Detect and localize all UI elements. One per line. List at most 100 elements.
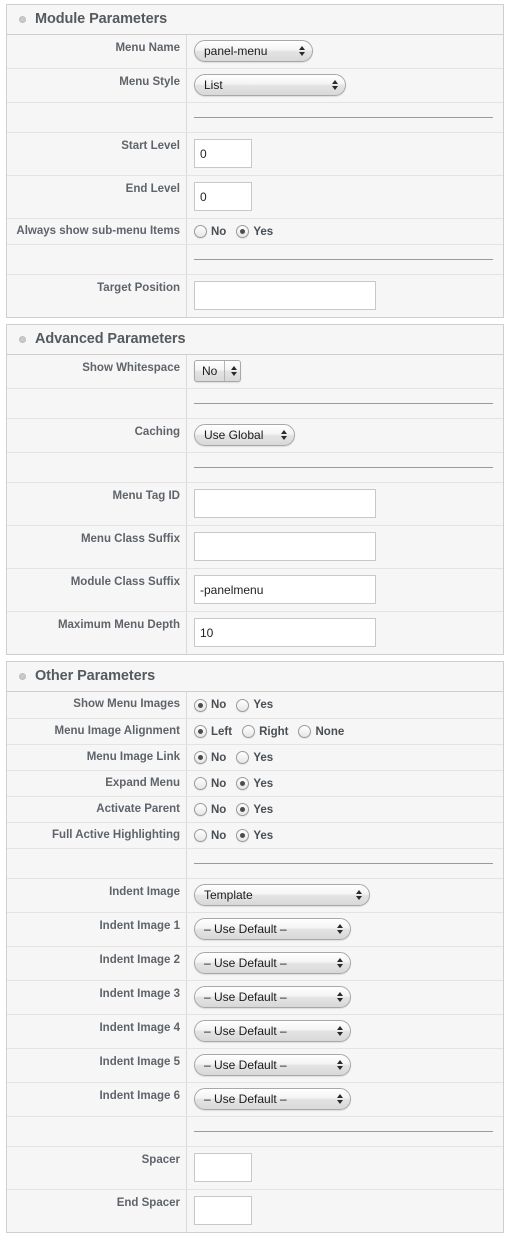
select-indent-image[interactable]: Template <box>194 884 370 906</box>
radio-dot-icon[interactable] <box>236 751 250 764</box>
arrow-up-icon <box>336 1060 343 1064</box>
radio-option-label: Right <box>259 725 289 738</box>
toggle-dot-icon[interactable] <box>19 672 26 680</box>
select-indent-image-6[interactable]: – Use Default – <box>194 1088 351 1110</box>
form-row: Menu Image Alignment Left Right None <box>7 718 503 744</box>
input-menu-class-suffix[interactable] <box>194 532 376 561</box>
select-value: – Use Default – <box>204 922 287 936</box>
form-row: Caching Use Global <box>7 418 503 452</box>
input-end-level[interactable] <box>194 182 252 211</box>
input-target-position[interactable] <box>194 281 376 310</box>
radio-option[interactable]: Yes <box>236 698 273 712</box>
radio-dot-icon[interactable] <box>236 803 250 816</box>
radio-option[interactable]: No <box>194 225 226 238</box>
row-label: Indent Image 3 <box>7 981 187 1014</box>
row-label: Caching <box>7 419 187 452</box>
radio-option-label: Left <box>211 725 233 738</box>
form-row: End Level <box>7 175 503 218</box>
row-label <box>7 103 187 132</box>
select-value: – Use Default – <box>204 990 287 1004</box>
select-indent-image-4[interactable]: – Use Default – <box>194 1020 351 1042</box>
row-value <box>187 849 503 878</box>
form-row: Show Whitespace No <box>7 355 503 388</box>
toggle-dot-icon[interactable] <box>19 15 26 23</box>
arrow-down-icon <box>331 86 338 90</box>
input-menu-tag-id[interactable] <box>194 489 376 518</box>
radio-option-label: No <box>211 699 227 711</box>
radio-option[interactable]: Right <box>242 725 288 738</box>
row-label: Show Whitespace <box>7 355 187 388</box>
arrow-up-icon <box>336 1026 343 1030</box>
input-spacer[interactable] <box>194 1153 252 1182</box>
radio-dot-icon[interactable] <box>194 698 207 712</box>
radio-dot-icon[interactable] <box>194 725 207 738</box>
radio-option[interactable]: Yes <box>236 777 273 790</box>
radio-option[interactable]: Yes <box>236 829 273 842</box>
radio-group-menu-image-alignment: Left Right None <box>194 725 349 738</box>
horizontal-divider <box>194 402 493 404</box>
radio-option[interactable]: Yes <box>236 225 273 238</box>
radio-option[interactable]: No <box>194 829 226 842</box>
radio-dot-icon[interactable] <box>242 725 256 738</box>
radio-dot-icon[interactable] <box>194 803 207 816</box>
radio-dot-icon[interactable] <box>236 698 250 712</box>
row-value: No <box>187 355 503 388</box>
arrow-up-icon <box>336 1094 343 1098</box>
radio-option[interactable]: No <box>194 698 227 712</box>
form-row: Activate Parent No Yes <box>7 796 503 822</box>
divider-row <box>7 452 503 482</box>
row-label: Always show sub-menu Items <box>7 219 187 244</box>
radio-dot-icon[interactable] <box>194 777 207 790</box>
radio-option[interactable]: Left <box>194 725 232 738</box>
select-indent-image-2[interactable]: – Use Default – <box>194 952 351 974</box>
section-header-advanced-parameters[interactable]: Advanced Parameters <box>7 325 503 355</box>
radio-dot-icon[interactable] <box>194 225 207 238</box>
input-module-class-suffix[interactable] <box>194 575 376 604</box>
select-menu-name[interactable]: panel-menu <box>194 40 313 62</box>
radio-option[interactable]: No <box>194 751 226 764</box>
row-value: No Yes <box>187 219 503 244</box>
select-indent-image-3[interactable]: – Use Default – <box>194 986 351 1008</box>
select-indent-image-1[interactable]: – Use Default – <box>194 918 351 940</box>
radio-dot-icon[interactable] <box>298 725 312 738</box>
section-header-module-parameters[interactable]: Module Parameters <box>7 5 503 35</box>
row-value: – Use Default – <box>187 913 503 946</box>
select-menu-style[interactable]: List <box>194 74 346 96</box>
sort-arrows-icon <box>293 41 310 61</box>
horizontal-divider <box>194 258 493 260</box>
radio-option[interactable]: Yes <box>236 751 273 764</box>
row-label: End Level <box>7 176 187 218</box>
radio-dot-icon[interactable] <box>194 751 207 764</box>
radio-dot-icon[interactable] <box>194 829 207 842</box>
row-label: Expand Menu <box>7 771 187 796</box>
input-end-spacer[interactable] <box>194 1196 252 1225</box>
radio-dot-icon[interactable] <box>236 777 250 790</box>
radio-option[interactable]: None <box>298 725 344 738</box>
section-header-other-parameters[interactable]: Other Parameters <box>7 662 503 692</box>
radio-dot-icon[interactable] <box>236 225 250 238</box>
radio-option[interactable]: No <box>194 777 226 790</box>
select-caching[interactable]: Use Global <box>194 424 295 446</box>
sort-arrows-icon <box>331 987 348 1007</box>
input-start-level[interactable] <box>194 139 252 168</box>
form-row: Start Level <box>7 132 503 175</box>
select-show-whitespace[interactable]: No <box>194 360 241 382</box>
form-row: Indent Image 5 – Use Default – <box>7 1048 503 1082</box>
radio-option[interactable]: Yes <box>236 803 273 816</box>
select-value: No <box>202 364 218 378</box>
row-label: Activate Parent <box>7 797 187 822</box>
radio-dot-icon[interactable] <box>236 829 250 842</box>
sort-arrows-icon <box>331 1021 348 1041</box>
radio-option[interactable]: No <box>194 803 226 816</box>
form-row: Module Class Suffix <box>7 568 503 611</box>
toggle-dot-icon[interactable] <box>19 335 26 343</box>
input-maximum-menu-depth[interactable] <box>194 618 376 647</box>
arrow-up-icon <box>355 890 362 894</box>
form-row: Full Active Highlighting No Yes <box>7 822 503 848</box>
arrow-up-icon <box>230 366 237 370</box>
row-label: Spacer <box>7 1147 187 1189</box>
row-value <box>187 103 503 132</box>
row-value <box>187 275 503 317</box>
row-label: Menu Tag ID <box>7 483 187 525</box>
select-indent-image-5[interactable]: – Use Default – <box>194 1054 351 1076</box>
